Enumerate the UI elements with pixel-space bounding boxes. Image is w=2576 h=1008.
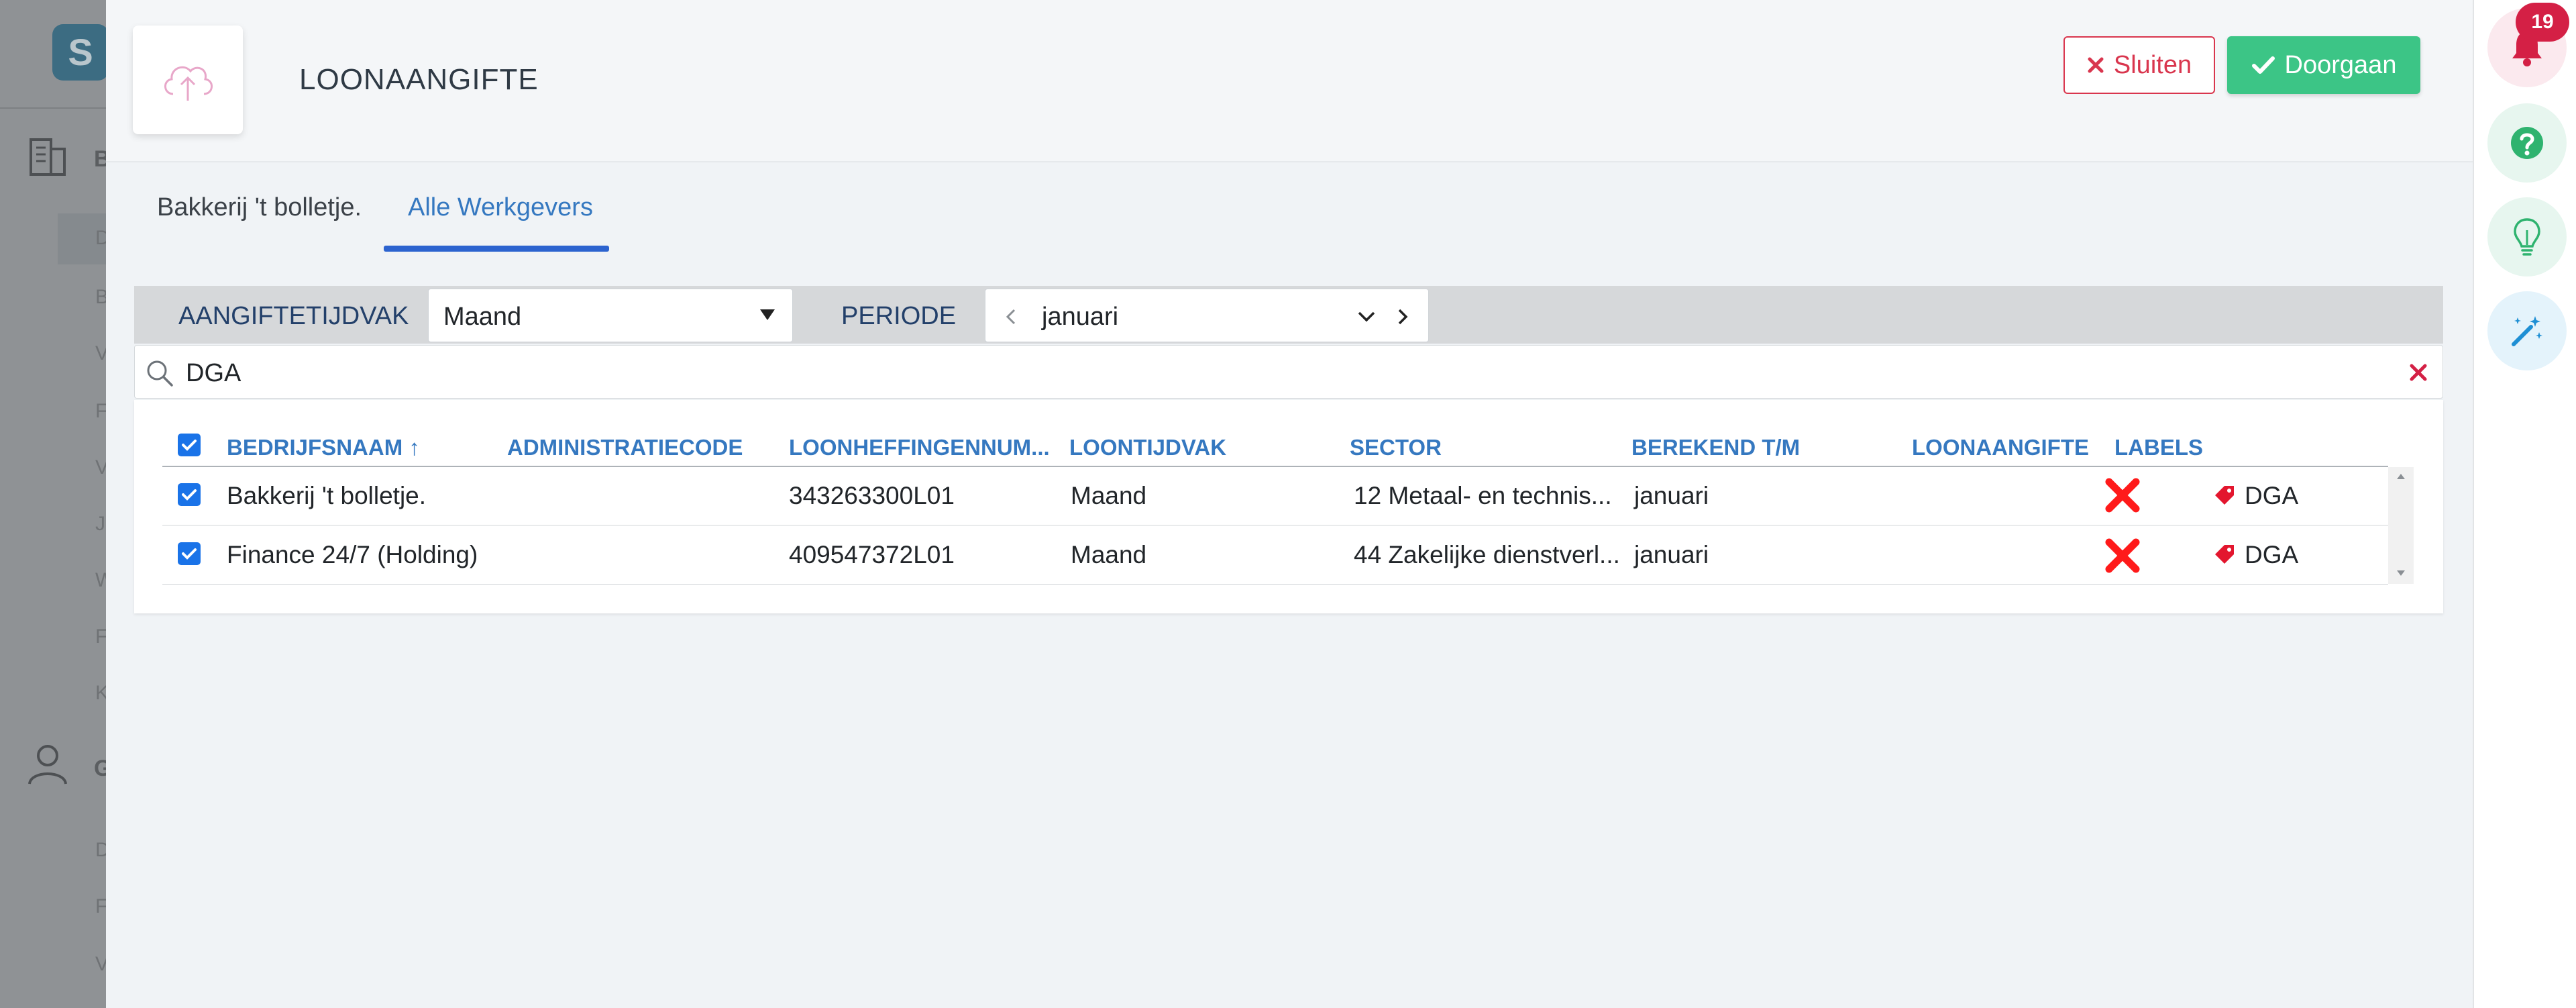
checkmark-icon: [182, 489, 197, 501]
search-bar[interactable]: DGA: [134, 345, 2443, 399]
tag-icon: [2215, 545, 2234, 564]
cell-label: DGA: [2245, 541, 2299, 568]
cell-label: DGA: [2245, 482, 2299, 509]
cell-bedrijfsnaam: Bakkerij 't bolletje.: [227, 482, 427, 509]
column-header-berekend-tm[interactable]: BEREKEND T/M: [1631, 435, 1800, 460]
close-button-label: Sluiten: [2113, 50, 2192, 79]
chevron-right-icon[interactable]: [1397, 308, 1408, 325]
checkmark-icon: [182, 440, 197, 451]
period-type-value: Maand: [443, 303, 522, 331]
period-select[interactable]: januari: [985, 289, 1429, 342]
filter-bar: AANGIFTETIJDVAK Maand PERIODE januari: [134, 286, 2443, 344]
proceed-button[interactable]: Doorgaan: [2227, 36, 2420, 94]
column-header-sector[interactable]: SECTOR: [1350, 435, 1442, 460]
cell-sector: 44 Zakelijke dienstverl...: [1354, 541, 1620, 568]
chevron-left-icon[interactable]: [1006, 308, 1016, 325]
period-type-select[interactable]: Maand: [428, 289, 793, 342]
checkmark-icon: [2251, 56, 2275, 74]
scroll-down-icon[interactable]: [2396, 569, 2406, 577]
tab-alle-werkgevers[interactable]: Alle Werkgevers: [408, 193, 593, 222]
tab-bakkerij[interactable]: Bakkerij 't bolletje.: [157, 193, 362, 222]
magic-wand-icon: [2512, 316, 2542, 346]
active-tab-indicator: [384, 246, 609, 252]
loonaangifte-modal: LOONAANGIFTE Sluiten Doorgaan Bakkerij '…: [106, 0, 2473, 1008]
user-icon: [28, 745, 67, 785]
cell-loonheffingennummer: 343263300L01: [789, 482, 955, 509]
status-failed-icon: [2105, 478, 2140, 513]
employer-table: BEDRIJFSNAAM ↑ ADMINISTRATIECODE LOONHEF…: [134, 400, 2443, 613]
modal-title: LOONAANGIFTE: [299, 63, 539, 96]
checkmark-icon: [182, 548, 197, 560]
period-type-label: AANGIFTETIJDVAK: [178, 302, 409, 330]
background-app: S B D B V F V J W F K G D F V: [0, 0, 118, 1008]
help-button[interactable]: [2487, 103, 2567, 183]
close-button[interactable]: Sluiten: [2063, 36, 2215, 94]
caret-down-icon: [760, 309, 775, 320]
table-scrollbar[interactable]: [2388, 467, 2414, 584]
proceed-button-label: Doorgaan: [2284, 50, 2397, 79]
close-icon: [2088, 57, 2104, 73]
status-failed-icon: [2105, 538, 2140, 573]
cell-berekend-tm: januari: [1634, 541, 1709, 568]
building-icon: [30, 138, 66, 176]
modal-header: LOONAANGIFTE Sluiten Doorgaan: [106, 0, 2473, 162]
period-value: januari: [1042, 303, 1119, 331]
tips-button[interactable]: [2487, 197, 2567, 276]
column-header-administratiecode[interactable]: ADMINISTRATIECODE: [507, 435, 743, 460]
notification-count-badge: 19: [2516, 3, 2569, 42]
tag-icon: [2215, 486, 2234, 505]
cloud-upload-icon: [164, 66, 213, 101]
row-checkbox[interactable]: [178, 542, 201, 565]
cell-bedrijfsnaam: Finance 24/7 (Holding): [227, 541, 478, 568]
column-header-labels[interactable]: LABELS: [2114, 435, 2203, 460]
column-header-bedrijfsnaam[interactable]: BEDRIJFSNAAM ↑: [227, 435, 420, 460]
sort-ascending-icon: ↑: [409, 435, 420, 460]
column-header-label: BEDRIJFSNAAM: [227, 435, 403, 460]
cell-loonheffingennummer: 409547372L01: [789, 541, 955, 568]
search-icon: [147, 360, 173, 387]
period-label: PERIODE: [841, 302, 957, 330]
app-logo: S: [52, 24, 109, 81]
row-checkbox[interactable]: [178, 483, 201, 506]
column-header-loonheffingennummer[interactable]: LOONHEFFINGENNUM...: [789, 435, 1050, 460]
column-header-loonaangifte[interactable]: LOONAANGIFTE: [1912, 435, 2089, 460]
magic-wand-button[interactable]: [2487, 291, 2567, 370]
sidebar-sub-letter: J: [95, 513, 105, 535]
clear-search-icon[interactable]: [2409, 363, 2428, 382]
lightbulb-icon: [2514, 218, 2540, 256]
column-header-loontijdvak[interactable]: LOONTIJDVAK: [1069, 435, 1226, 460]
right-rail: 19: [2473, 0, 2576, 1008]
cell-berekend-tm: januari: [1634, 482, 1709, 509]
chevron-down-icon[interactable]: [1357, 311, 1376, 323]
cell-loontijdvak: Maand: [1071, 482, 1147, 509]
select-all-checkbox[interactable]: [178, 434, 201, 456]
cell-sector: 12 Metaal- en technis...: [1354, 482, 1612, 509]
scroll-up-icon[interactable]: [2396, 472, 2406, 481]
header-divider: [162, 466, 2388, 467]
help-icon: [2511, 127, 2543, 159]
row-divider: [162, 584, 2388, 585]
cell-loontijdvak: Maand: [1071, 541, 1147, 568]
header-icon-card: [133, 26, 243, 134]
search-input[interactable]: DGA: [186, 359, 241, 388]
